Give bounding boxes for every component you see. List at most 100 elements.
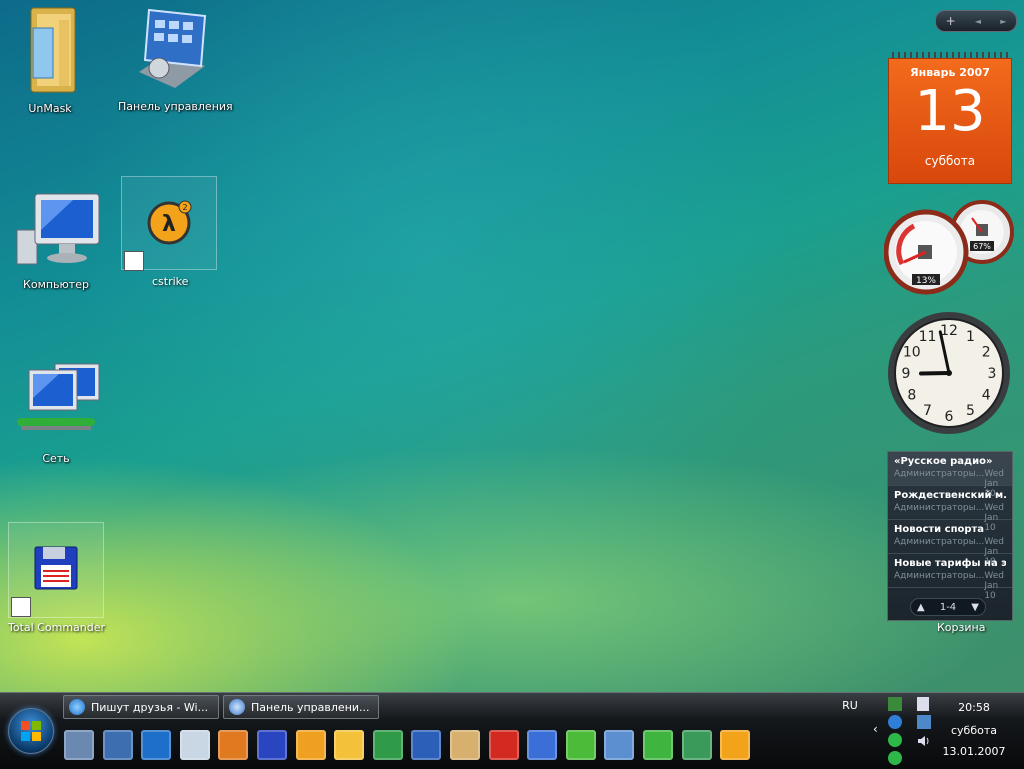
feed-item[interactable]: «Русское радио» Администраторы... Wed Jan… xyxy=(888,452,1012,499)
clock-time[interactable]: 20:58 xyxy=(948,701,1000,714)
desktop-icon-label: UnMask xyxy=(28,102,72,115)
clock-numeral: 11 xyxy=(919,329,937,345)
desktop-icon-label: Компьютер xyxy=(23,278,89,291)
computer-icon xyxy=(16,193,100,265)
cpu-meter-gadget[interactable]: 13% 67% xyxy=(884,200,1016,296)
clock-numeral: 8 xyxy=(907,388,916,404)
feed-item[interactable]: Рождественский м... Администраторы... Wed… xyxy=(888,486,1012,533)
icq-status-icon[interactable] xyxy=(888,751,902,765)
desktop[interactable]: UnMask Панель управления Компьютер λ 2 c… xyxy=(0,0,1024,692)
next-gadgets-button[interactable]: ► xyxy=(1000,17,1006,26)
network-map-icon[interactable] xyxy=(179,730,210,760)
internet-explorer-icon[interactable] xyxy=(141,730,172,760)
volume-icon[interactable] xyxy=(917,733,931,747)
floppy-disk-icon xyxy=(34,546,78,590)
feed-prev-button[interactable]: ▲ xyxy=(917,602,925,613)
feed-page-indicator: 1-4 xyxy=(939,601,957,613)
control-panel-icon xyxy=(229,699,245,715)
update-icon[interactable] xyxy=(888,715,902,729)
control-panel-icon xyxy=(139,8,207,88)
previous-gadgets-button[interactable]: ◄ xyxy=(975,17,981,26)
lightning-icon[interactable] xyxy=(295,730,326,760)
network-computers-icon[interactable] xyxy=(917,715,931,729)
desktop-icon-control-panel[interactable]: Панель управления xyxy=(118,6,233,113)
show-desktop-icon[interactable] xyxy=(64,730,94,760)
clock-date[interactable]: 13.01.2007 xyxy=(940,745,1008,758)
mail-icon[interactable] xyxy=(334,730,365,760)
svg-text:2: 2 xyxy=(182,203,187,212)
feed-pager: ▲ 1-4 ▼ xyxy=(910,598,986,616)
internet-explorer-icon xyxy=(69,699,85,715)
feed-next-button[interactable]: ▼ xyxy=(971,602,979,613)
network-icon xyxy=(17,363,100,430)
feed-item-title: «Русское радио» xyxy=(894,456,993,467)
checkmark-icon[interactable] xyxy=(565,730,596,760)
calendar-gadget[interactable]: Январь 2007 13 суббота xyxy=(888,52,1012,184)
messenger-icon[interactable] xyxy=(681,730,712,760)
messenger-status-icon[interactable] xyxy=(888,733,902,747)
shortcut-arrow-icon xyxy=(11,597,31,617)
clock-numeral: 6 xyxy=(945,409,954,425)
clock-numeral: 9 xyxy=(902,366,911,382)
recycle-bin-label[interactable]: Корзина xyxy=(937,621,985,634)
taskbar: Пишут друзья - Wi... Панель управлени...… xyxy=(0,692,1024,769)
calendar-month: Январь 2007 xyxy=(910,66,990,79)
feed-item-title: Рождественский м... xyxy=(894,490,1006,501)
calendar-weekday: суббота xyxy=(924,154,976,168)
feed-item-date: Wed Jan 10 xyxy=(984,571,1004,601)
start-button[interactable] xyxy=(8,708,54,754)
clock-hour-hand xyxy=(919,371,951,376)
add-gadget-button[interactable]: + xyxy=(946,14,956,28)
taskbar-window-control-panel[interactable]: Панель управлени... xyxy=(223,695,379,719)
windows-logo-icon xyxy=(21,721,41,741)
clock-numeral: 2 xyxy=(982,345,991,361)
clock-numeral: 5 xyxy=(966,403,975,419)
clock-gadget[interactable]: 12 1234567891011 xyxy=(886,310,1012,436)
calendar-day: 13 xyxy=(914,79,986,144)
show-hidden-icons-chevron-icon[interactable]: ‹ xyxy=(873,722,878,736)
desktop-icon-cstrike[interactable]: λ 2 xyxy=(121,176,217,271)
clock-numeral: 10 xyxy=(903,345,921,361)
desktop-icon-label: Панель управления xyxy=(118,100,233,113)
taskbar-window-label: Панель управлени... xyxy=(251,700,370,714)
feed-item-date: Wed Jan 10 xyxy=(984,503,1004,533)
desktop-icon-computer[interactable]: Компьютер xyxy=(6,190,106,291)
desktop-icon-network[interactable]: Сеть xyxy=(6,360,106,465)
feed-headlines-gadget[interactable]: «Русское радио» Администраторы... Wed Jan… xyxy=(887,451,1013,621)
desktop-icon-total-commander[interactable] xyxy=(8,522,104,618)
feather-icon[interactable] xyxy=(527,730,558,760)
folder-icon xyxy=(30,7,76,93)
switch-windows-icon[interactable] xyxy=(102,730,133,760)
taskbar-window-browser[interactable]: Пишут друзья - Wi... xyxy=(63,695,219,719)
desktop-icon-label: cstrike xyxy=(152,275,189,288)
word-icon[interactable] xyxy=(411,730,442,760)
clock-numeral: 7 xyxy=(923,403,932,419)
sidebar-controls: + ◄ ► xyxy=(935,10,1017,32)
feed-item-author: Администраторы... xyxy=(894,571,985,581)
network-computer-icon[interactable] xyxy=(604,730,635,760)
battery-icon[interactable] xyxy=(917,697,929,711)
desktop-icon-label: Total Commander xyxy=(8,621,106,634)
clock-weekday[interactable]: суббота xyxy=(944,724,1004,737)
network-status-icon[interactable] xyxy=(888,697,902,711)
excel-icon[interactable] xyxy=(372,730,403,760)
half-life-icon[interactable] xyxy=(720,730,751,760)
icq-icon[interactable] xyxy=(643,730,673,760)
media-player-icon[interactable] xyxy=(218,730,249,760)
shortcut-arrow-icon xyxy=(124,251,144,271)
taskbar-window-label: Пишут друзья - Wi... xyxy=(91,700,209,714)
cpu-usage-text: 13% xyxy=(916,276,936,286)
feed-item[interactable]: Новые тарифы на э... Администраторы...We… xyxy=(888,554,1012,601)
svg-text:λ: λ xyxy=(162,212,176,237)
desktop-icon-unmask[interactable]: UnMask xyxy=(0,2,100,115)
home-icon[interactable] xyxy=(450,730,480,760)
clock-numeral: 1 xyxy=(966,329,975,345)
clock-numeral: 3 xyxy=(988,366,997,382)
floppy-save-icon[interactable] xyxy=(257,730,287,760)
desktop-icon-label: Сеть xyxy=(42,452,70,465)
clock-numeral: 4 xyxy=(982,388,991,404)
memory-usage-text: 67% xyxy=(973,242,991,251)
opera-icon[interactable] xyxy=(488,730,519,760)
feed-item-title: Новые тарифы на э... xyxy=(894,558,1006,569)
language-indicator[interactable]: RU xyxy=(838,699,862,712)
